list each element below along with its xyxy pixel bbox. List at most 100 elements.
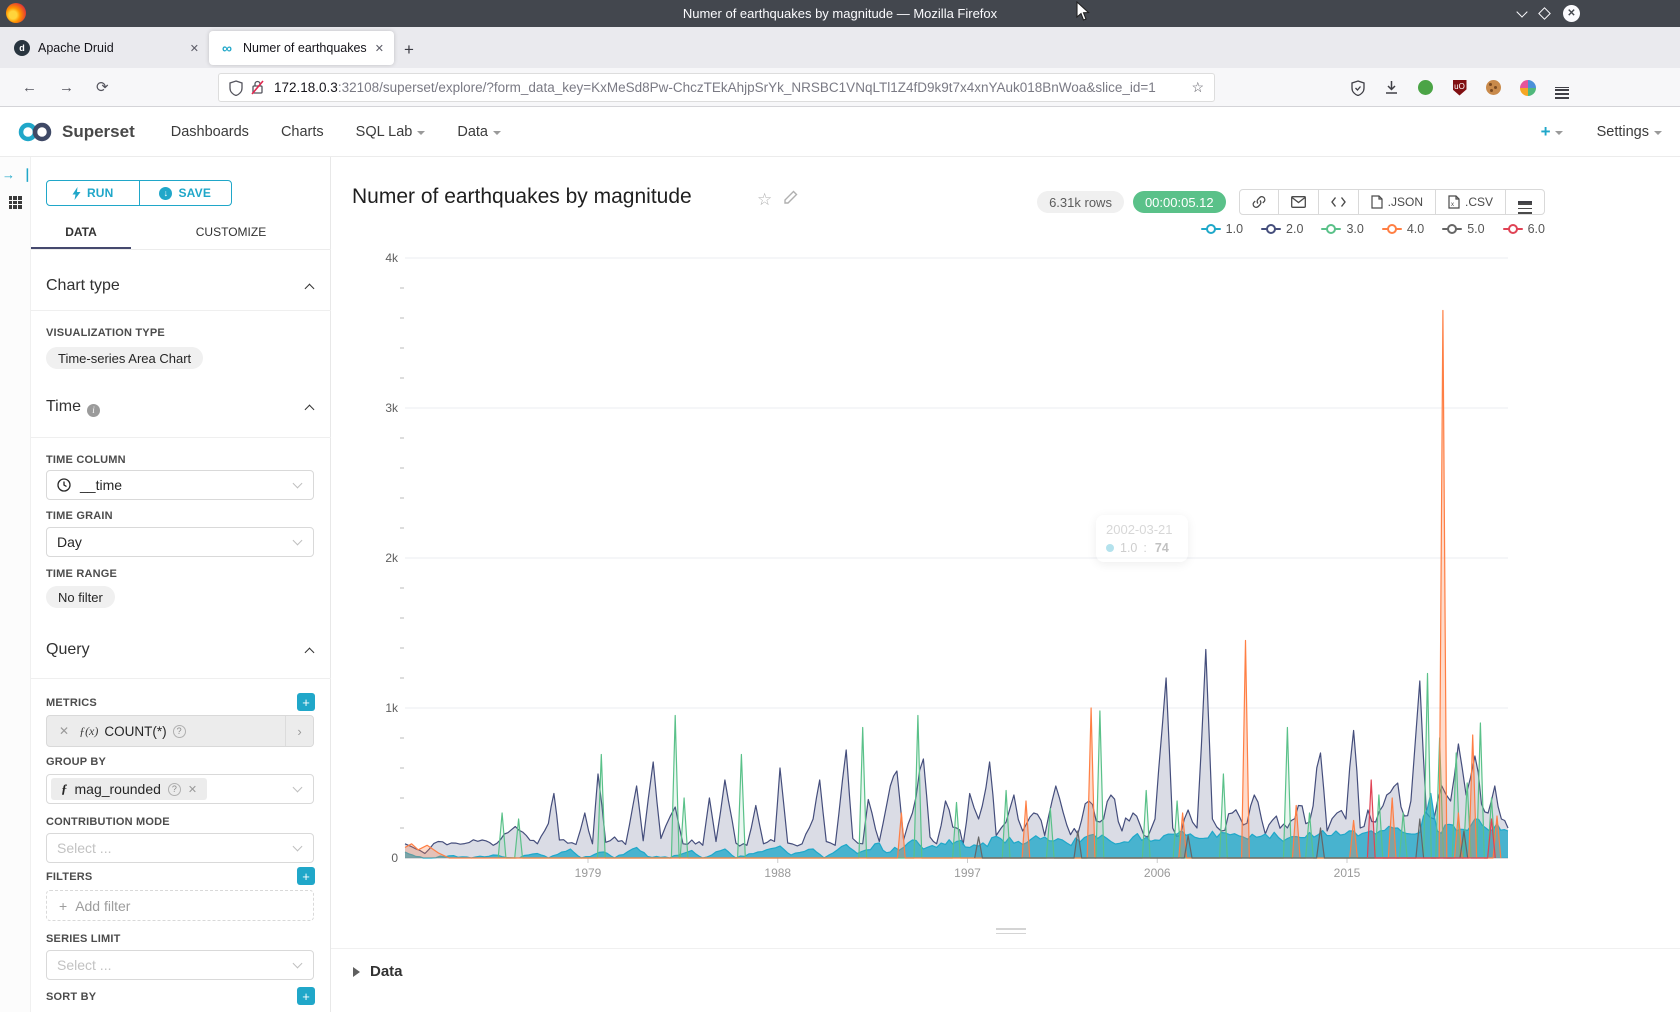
favorite-star-icon[interactable]: ☆	[757, 190, 772, 210]
dataset-grid-icon[interactable]	[9, 196, 22, 209]
chart-title: Numer of earthquakes by magnitude	[352, 185, 692, 209]
pocket-shield-icon[interactable]	[1349, 79, 1366, 96]
email-icon	[1291, 196, 1306, 208]
contribution-mode-select[interactable]: Select ...	[46, 833, 314, 863]
brand-name: Superset	[62, 122, 135, 142]
add-sort-by-button[interactable]: +	[297, 987, 315, 1005]
chevron-up-icon[interactable]	[305, 648, 315, 658]
chevron-up-icon[interactable]	[305, 405, 315, 415]
series-limit-select[interactable]: Select ...	[46, 950, 314, 980]
tracking-shield-icon[interactable]	[229, 80, 243, 96]
run-button[interactable]: RUN	[47, 181, 140, 205]
superset-favicon-icon: ∞	[219, 40, 235, 56]
save-icon: ↓	[159, 187, 172, 200]
edit-icon[interactable]	[783, 190, 798, 210]
containers-icon[interactable]	[1519, 79, 1536, 96]
legend-item-3.0[interactable]: 3.0	[1321, 222, 1363, 236]
minimize-icon[interactable]	[1516, 6, 1527, 17]
forward-icon[interactable]: →	[59, 79, 74, 96]
caret-right-icon	[353, 967, 360, 977]
url-bar[interactable]: 172.18.0.3:32108/superset/explore/?form_…	[218, 73, 1215, 102]
tab-data[interactable]: DATA	[31, 219, 131, 249]
viz-type-value[interactable]: Time-series Area Chart	[46, 347, 203, 369]
superset-logo-icon	[16, 121, 54, 143]
embed-code-button[interactable]	[1319, 190, 1359, 214]
reload-icon[interactable]: ⟳	[96, 78, 109, 96]
svg-text:x: x	[1451, 202, 1454, 208]
group-by-select[interactable]: ƒ mag_rounded ? ✕	[46, 774, 314, 804]
close-icon[interactable]: ✕	[1563, 5, 1580, 22]
nav-sql-lab[interactable]: SQL Lab	[356, 124, 426, 140]
row-count-badge: 6.31k rows	[1037, 191, 1124, 213]
plus-icon: +	[59, 898, 67, 914]
url-path: :32108/superset/explore/?form_data_key=K…	[338, 80, 1156, 95]
legend-marker-icon	[1321, 224, 1341, 234]
export-json-button[interactable]: .JSON	[1359, 190, 1436, 214]
tab-close-icon[interactable]: ✕	[375, 42, 384, 55]
window-titlebar: Numer of earthquakes by magnitude — Mozi…	[0, 0, 1680, 27]
tab-strip: d Apache Druid ✕ ∞ Numer of earthquakes …	[0, 27, 1680, 68]
tab-customize[interactable]: CUSTOMIZE	[131, 219, 331, 249]
contribution-mode-label: CONTRIBUTION MODE	[46, 816, 170, 828]
superset-navbar: Superset Dashboards Charts SQL Lab Data …	[0, 107, 1680, 157]
time-range-value[interactable]: No filter	[46, 586, 115, 608]
insecure-lock-icon[interactable]	[251, 80, 264, 95]
copy-link-button[interactable]	[1240, 190, 1279, 214]
superset-brand[interactable]: Superset	[16, 121, 135, 143]
nav-data[interactable]: Data	[457, 124, 501, 140]
tab-apache-druid[interactable]: d Apache Druid ✕	[4, 31, 209, 65]
add-filter-dropzone[interactable]: + Add filter	[46, 890, 314, 921]
link-icon	[1252, 195, 1266, 209]
maximize-icon[interactable]	[1538, 7, 1551, 20]
add-filter-plus-button[interactable]: +	[297, 867, 315, 885]
time-column-select[interactable]: __time	[46, 470, 314, 500]
add-metric-button[interactable]: +	[297, 693, 315, 711]
chevron-up-icon[interactable]	[305, 284, 315, 294]
legend-item-1.0[interactable]: 1.0	[1201, 222, 1243, 236]
section-time[interactable]: Timei	[46, 398, 100, 417]
nav-charts[interactable]: Charts	[281, 124, 324, 140]
cookie-icon[interactable]	[1485, 79, 1502, 96]
menu-icon[interactable]	[1553, 79, 1570, 96]
nav-dashboards[interactable]: Dashboards	[171, 124, 249, 140]
expand-metric-icon[interactable]: ›	[285, 716, 313, 746]
section-query[interactable]: Query	[46, 641, 90, 659]
privacy-badger-icon[interactable]	[1417, 79, 1434, 96]
ublock-icon[interactable]: uO	[1451, 79, 1468, 96]
legend-item-2.0[interactable]: 2.0	[1261, 222, 1303, 236]
remove-chip-icon[interactable]: ✕	[188, 783, 197, 796]
legend-item-4.0[interactable]: 4.0	[1382, 222, 1424, 236]
email-button[interactable]	[1279, 190, 1319, 214]
tab-close-icon[interactable]: ✕	[190, 42, 199, 55]
new-tab-button[interactable]: +	[404, 40, 414, 60]
time-column-label: TIME COLUMN	[46, 454, 126, 466]
timeseries-chart[interactable]: 4k3k2k1k019791988199720062015	[380, 245, 1525, 893]
tab-superset-chart[interactable]: ∞ Numer of earthquakes by ✕	[209, 31, 394, 65]
function-icon: ƒ(x)	[79, 724, 98, 739]
chevron-down-icon	[1654, 131, 1662, 135]
data-panel-toggle[interactable]: Data	[353, 963, 403, 980]
legend-marker-icon	[1442, 224, 1462, 234]
more-options-button[interactable]	[1506, 190, 1544, 214]
settings-menu[interactable]: Settings	[1597, 124, 1662, 140]
export-csv-button[interactable]: x .CSV	[1436, 190, 1506, 214]
bookmark-star-icon[interactable]: ☆	[1191, 79, 1204, 96]
firefox-icon	[6, 3, 26, 23]
expand-panel-icon[interactable]: →⎹	[2, 167, 28, 183]
back-icon[interactable]: ←	[22, 79, 37, 96]
svg-text:1997: 1997	[954, 866, 981, 880]
group-by-chip[interactable]: ƒ mag_rounded ? ✕	[51, 778, 207, 800]
time-grain-select[interactable]: Day	[46, 527, 314, 557]
panel-resize-handle[interactable]	[996, 928, 1026, 937]
add-new-button[interactable]: +	[1541, 122, 1563, 142]
download-icon[interactable]	[1383, 79, 1400, 96]
legend-item-6.0[interactable]: 6.0	[1503, 222, 1545, 236]
chevron-down-icon	[1555, 131, 1563, 135]
legend-marker-icon	[1201, 224, 1221, 234]
remove-metric-icon[interactable]: ✕	[47, 724, 79, 738]
section-chart-type[interactable]: Chart type	[46, 277, 120, 295]
save-button[interactable]: ↓ SAVE	[140, 181, 232, 205]
legend-item-5.0[interactable]: 5.0	[1442, 222, 1484, 236]
bolt-icon	[72, 187, 81, 200]
metric-item[interactable]: ✕ ƒ(x) COUNT(*) ? ›	[46, 715, 314, 747]
